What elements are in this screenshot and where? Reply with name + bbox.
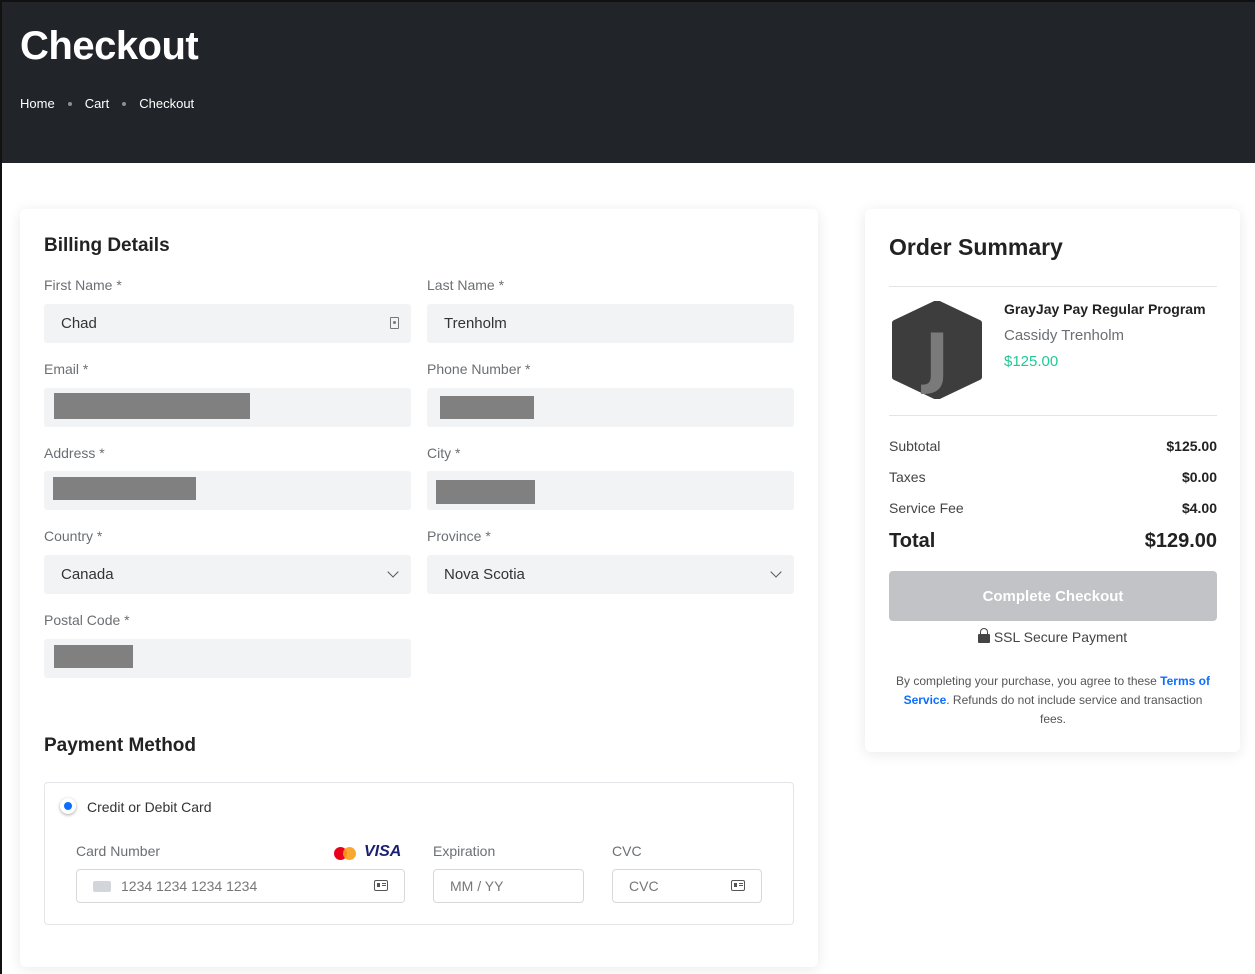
breadcrumb-checkout: Checkout [139, 96, 195, 111]
address-label: Address * [44, 445, 105, 461]
total-label: Total [889, 530, 936, 552]
postal-code-field[interactable] [44, 639, 411, 678]
redacted-value [440, 396, 534, 419]
taxes-value: $0.00 [1181, 469, 1217, 485]
legal-text: By completing your purchase, you agree t… [889, 672, 1217, 729]
last-name-field[interactable]: Trenholm [427, 304, 794, 343]
complete-checkout-button[interactable]: Complete Checkout [889, 571, 1217, 621]
breadcrumb-cart[interactable]: Cart [85, 96, 110, 111]
lock-icon [977, 628, 990, 643]
redacted-value [54, 645, 133, 668]
subtotal-row: Subtotal $125.00 [889, 438, 1217, 454]
card-number-input[interactable]: 1234 1234 1234 1234 [76, 869, 405, 903]
phone-label: Phone Number * [427, 361, 531, 377]
product-price: $125.00 [1004, 353, 1059, 370]
product-name: GrayJay Pay Regular Program [1004, 301, 1206, 317]
expiration-input[interactable]: MM / YY [433, 869, 584, 903]
billing-title: Billing Details [44, 235, 170, 256]
contact-card-icon[interactable] [390, 317, 399, 329]
summary-title: Order Summary [889, 234, 1063, 260]
divider [889, 415, 1217, 416]
province-label: Province * [427, 528, 491, 544]
subtotal-label: Subtotal [889, 438, 941, 454]
service-fee-row: Service Fee $4.00 [889, 500, 1217, 516]
logo-letter: J [921, 320, 950, 397]
address-field[interactable] [44, 471, 411, 510]
country-select[interactable]: Canada [44, 555, 411, 594]
card-number-placeholder: 1234 1234 1234 1234 [121, 878, 258, 894]
payment-title: Payment Method [44, 735, 197, 756]
legal-suffix: . Refunds do not include service and tra… [946, 693, 1203, 726]
last-name-value: Trenholm [444, 315, 507, 332]
page-title: Checkout [20, 24, 199, 68]
province-select[interactable]: Nova Scotia [427, 555, 794, 594]
email-label: Email * [44, 361, 89, 377]
first-name-label: First Name * [44, 277, 122, 293]
last-name-label: Last Name * [427, 277, 505, 293]
chevron-down-icon [387, 566, 399, 578]
country-label: Country * [44, 528, 103, 544]
mastercard-icon [334, 847, 356, 860]
redacted-value [436, 480, 535, 504]
expiration-placeholder: MM / YY [450, 878, 504, 894]
cvc-input[interactable]: CVC [612, 869, 762, 903]
payment-method-box: Credit or Debit Card Card Number VISA 12… [44, 782, 794, 925]
taxes-row: Taxes $0.00 [889, 469, 1217, 485]
autofill-card-icon[interactable] [374, 880, 388, 891]
service-fee-label: Service Fee [889, 500, 964, 516]
secure-payment-note: SSL Secure Payment [865, 628, 1240, 645]
city-field[interactable] [427, 471, 794, 510]
card-number-label: Card Number [76, 843, 161, 859]
cvc-placeholder: CVC [629, 878, 659, 894]
city-label: City * [427, 445, 461, 461]
divider [889, 286, 1217, 287]
cvc-card-icon [731, 880, 745, 891]
total-value: $129.00 [1144, 530, 1217, 552]
first-name-value: Chad [61, 315, 97, 332]
order-summary-card: Order Summary J GrayJay Pay Regular Prog… [865, 209, 1240, 752]
card-radio[interactable] [60, 798, 76, 814]
breadcrumb: Home Cart Checkout [20, 96, 194, 111]
card-option-label[interactable]: Credit or Debit Card [87, 799, 212, 815]
legal-prefix: By completing your purchase, you agree t… [896, 674, 1161, 688]
taxes-label: Taxes [889, 469, 926, 485]
email-field[interactable] [44, 388, 411, 427]
breadcrumb-separator [122, 101, 127, 106]
billing-card: Billing Details First Name * Chad Last N… [20, 209, 818, 967]
first-name-field[interactable]: Chad [44, 304, 411, 343]
postal-code-label: Postal Code * [44, 612, 130, 628]
province-value: Nova Scotia [444, 566, 525, 583]
subtotal-value: $125.00 [1166, 438, 1217, 454]
chevron-down-icon [770, 566, 782, 578]
redacted-value [53, 477, 196, 500]
card-icon [93, 880, 111, 892]
total-row: Total $129.00 [889, 530, 1217, 553]
secure-label: SSL Secure Payment [993, 629, 1128, 645]
phone-field[interactable] [427, 388, 794, 427]
program-logo-icon: J [892, 301, 982, 399]
country-value: Canada [61, 566, 114, 583]
page-header: Checkout Home Cart Checkout [0, 0, 1255, 163]
service-fee-value: $4.00 [1181, 500, 1217, 516]
product-person: Cassidy Trenholm [1004, 327, 1125, 344]
expiration-label: Expiration [433, 843, 496, 859]
breadcrumb-home[interactable]: Home [20, 96, 55, 111]
redacted-value [54, 393, 250, 419]
visa-icon: VISA [364, 843, 402, 860]
breadcrumb-separator [67, 101, 72, 106]
cvc-label: CVC [612, 843, 642, 859]
